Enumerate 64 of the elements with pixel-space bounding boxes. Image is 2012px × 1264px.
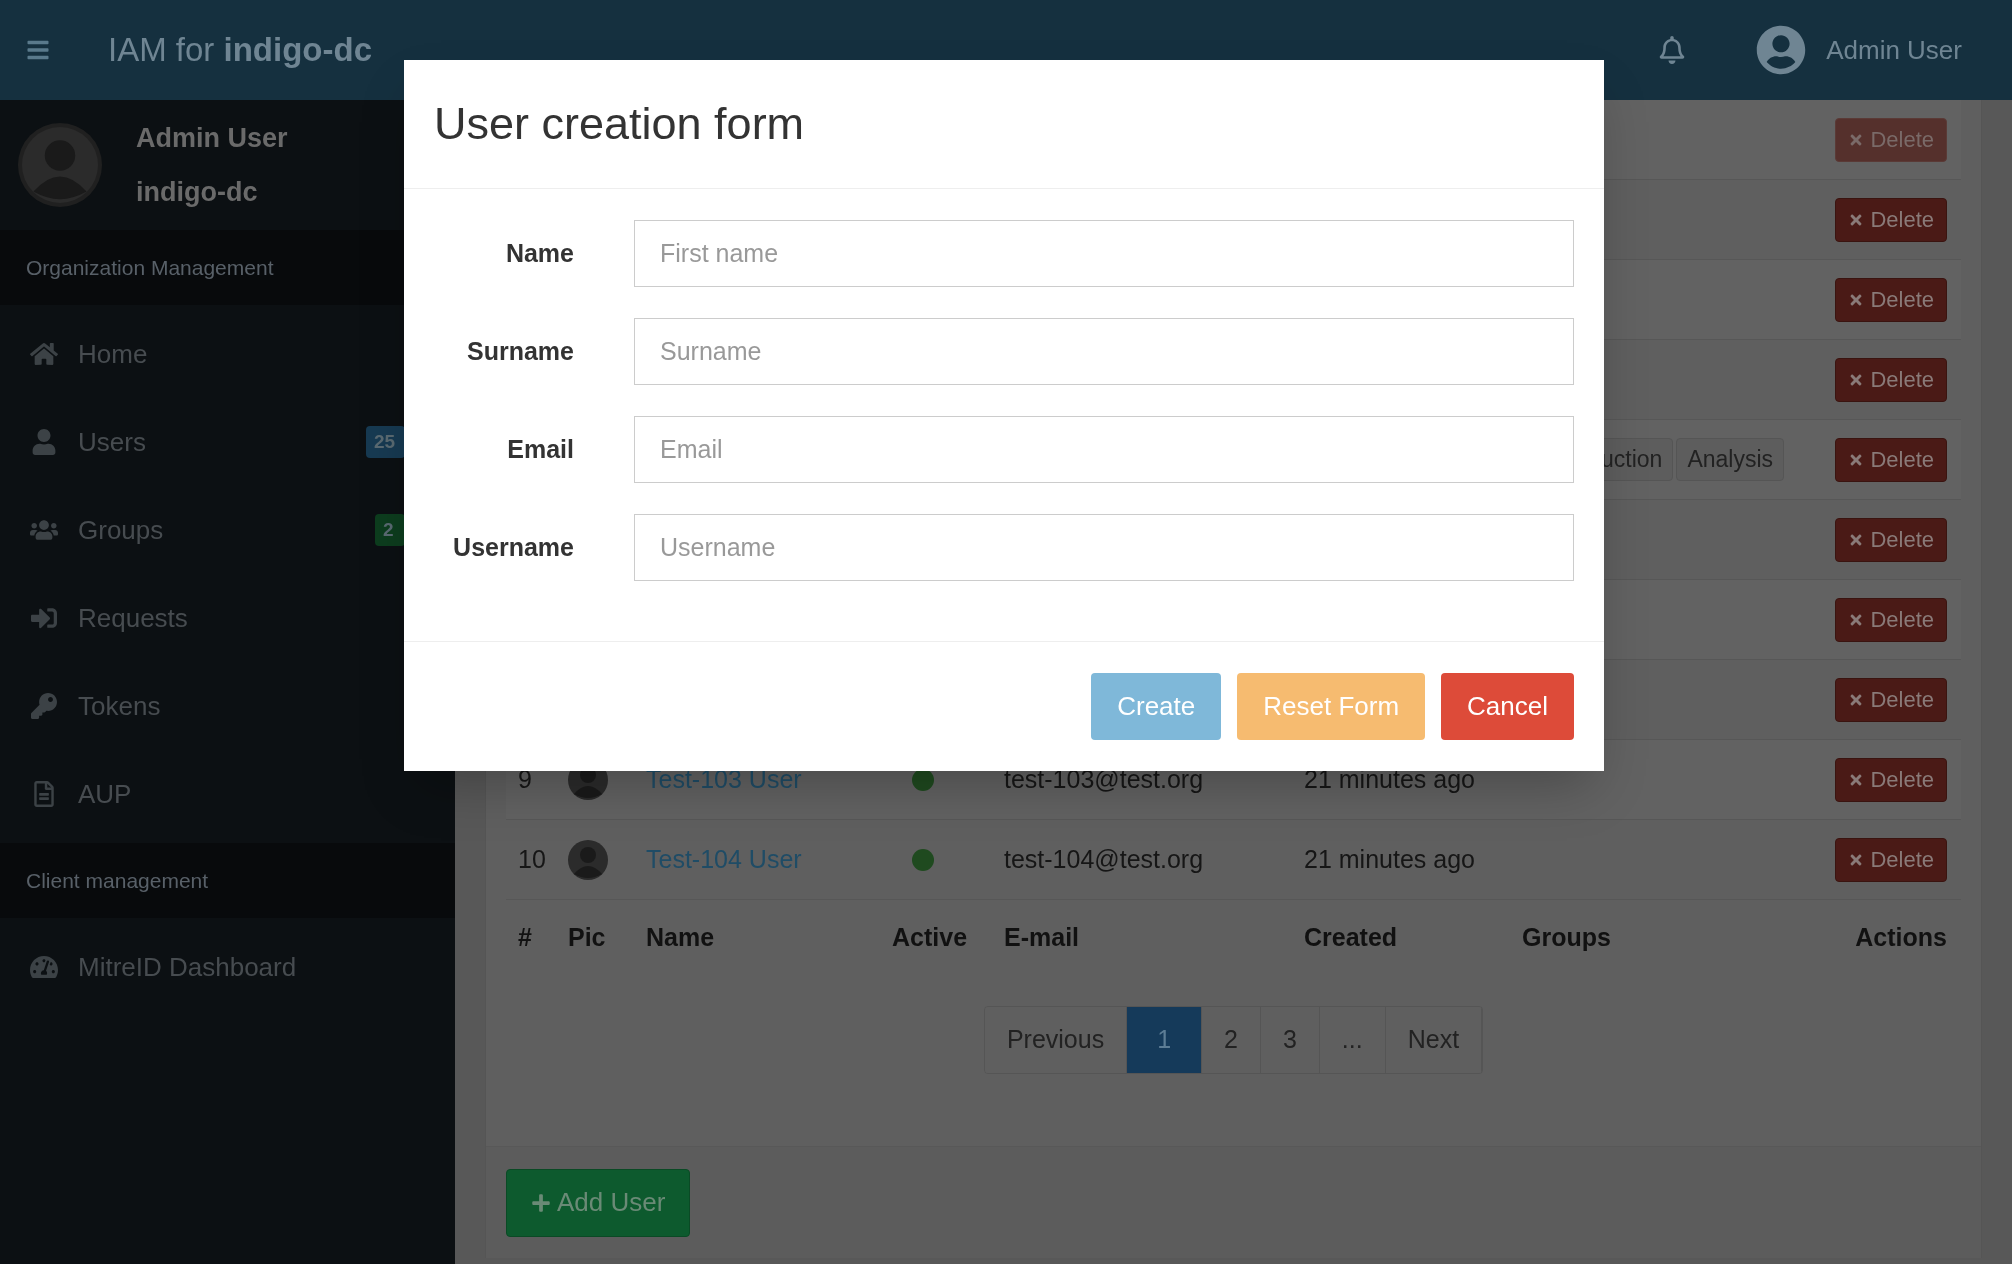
user-menu-name[interactable]: Admin User	[1826, 30, 1962, 70]
notification-bell-icon[interactable]	[1658, 36, 1687, 64]
delete-button[interactable]: Delete	[1835, 437, 1947, 482]
sidebar-item[interactable]: Home	[0, 310, 455, 398]
user-avatar-icon	[568, 839, 608, 880]
home-icon	[30, 341, 58, 367]
row-number: 9	[517, 763, 533, 795]
field-label: Email	[506, 433, 574, 465]
field-label: Name	[504, 237, 574, 269]
sidebar-item[interactable]: MitreID Dashboard	[0, 923, 455, 1011]
profile-name: Admin User	[136, 121, 288, 155]
delete-button[interactable]: Delete	[1835, 837, 1947, 882]
text-input[interactable]: Surname	[634, 318, 1574, 385]
column-header: Actions	[1854, 922, 1948, 954]
dialog-button[interactable]: Reset Form	[1237, 673, 1426, 740]
user-email: test-104@test.org	[1004, 843, 1205, 875]
count-badge: 25	[366, 425, 405, 459]
created-time: 21 minutes ago	[1304, 843, 1476, 875]
delete-button[interactable]: Delete	[1835, 517, 1947, 562]
delete-button[interactable]: Delete	[1835, 357, 1947, 402]
delete-button[interactable]: Delete	[1835, 197, 1947, 242]
text-input[interactable]: Username	[634, 514, 1574, 581]
user-name-link[interactable]: Test-104 User	[646, 840, 892, 879]
plus-icon	[531, 1192, 551, 1213]
delete-button[interactable]: Delete	[1835, 757, 1947, 802]
row-number: 10	[517, 843, 547, 875]
delete-button[interactable]: Delete	[1835, 597, 1947, 642]
add-user-button[interactable]: Add User	[506, 1168, 691, 1237]
dialog-button[interactable]: Cancel	[1441, 673, 1574, 740]
text-input[interactable]: First name	[634, 220, 1574, 287]
text-input[interactable]: Email	[634, 416, 1574, 483]
column-header: E-mail	[1004, 922, 1081, 954]
sidebar-item[interactable]: Requests	[0, 574, 455, 662]
key-icon	[30, 693, 58, 719]
sidebar-item[interactable]: Groups 2	[0, 486, 455, 574]
dialog-title: User creation form	[434, 97, 805, 152]
column-header: Active	[892, 922, 969, 954]
users-icon	[30, 517, 58, 543]
menu-icon[interactable]	[26, 38, 50, 62]
count-badge: 2	[375, 513, 405, 547]
sidebar-section-title: Client management	[26, 867, 209, 894]
brand-title[interactable]: IAM for indigo-dc	[108, 25, 372, 75]
column-header: Name	[646, 922, 716, 954]
column-header: #	[517, 922, 533, 954]
sidebar-section-title: Organization Management	[26, 254, 274, 281]
sidebar-item[interactable]: Users 25	[0, 398, 455, 486]
column-header: Created	[1304, 922, 1399, 954]
user-avatar-icon[interactable]	[1756, 25, 1807, 75]
profile-organization: indigo-dc	[136, 176, 259, 209]
group-tag: Analysis	[1676, 438, 1785, 481]
user-email: test-103@test.org	[1004, 763, 1205, 795]
sign-in-icon	[30, 605, 58, 631]
pagination-link[interactable]: 1	[1127, 1007, 1203, 1073]
column-header: Pic	[568, 922, 607, 954]
column-header: Groups	[1522, 922, 1612, 954]
sidebar-item[interactable]: AUP	[0, 750, 455, 838]
delete-button[interactable]: Delete	[1835, 277, 1947, 322]
sidebar-item[interactable]: Tokens	[0, 662, 455, 750]
field-label: Surname	[466, 335, 574, 367]
field-label: Username	[452, 531, 574, 563]
dialog-button[interactable]: Create	[1091, 673, 1222, 740]
user-icon	[30, 429, 58, 455]
delete-button[interactable]: Delete	[1835, 677, 1947, 722]
gauge-icon	[30, 954, 58, 980]
